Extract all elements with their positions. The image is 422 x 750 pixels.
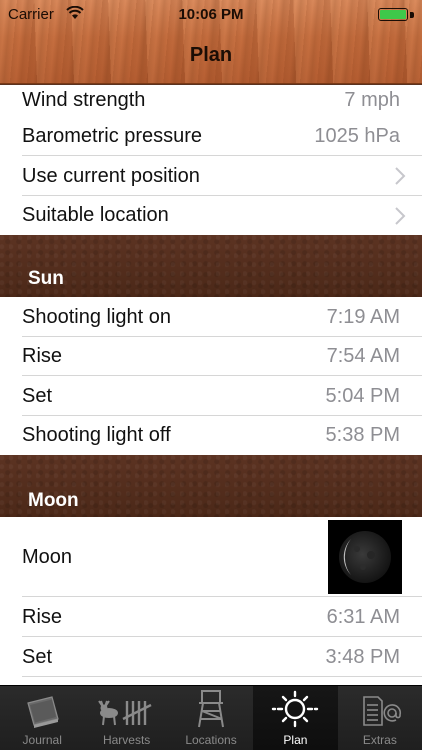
section-title: Moon: [28, 490, 79, 511]
sun-rise-row[interactable]: Rise 7:54 AM: [0, 337, 422, 376]
moon-rise-row[interactable]: Rise 6:31 AM: [0, 597, 422, 637]
row-label: Set: [22, 384, 53, 407]
row-label: Rise: [22, 605, 63, 628]
tab-journal[interactable]: Journal: [0, 686, 84, 750]
harvests-icon: [97, 700, 152, 726]
shooting-light-off-row[interactable]: Shooting light off 5:38 PM: [0, 416, 422, 455]
page-title: Plan: [189, 44, 233, 66]
row-value: 5:38 PM: [325, 424, 400, 446]
row-label: Moon: [22, 545, 73, 568]
suitable-location-row[interactable]: Suitable location: [0, 196, 422, 235]
tab-label: Extras: [362, 733, 397, 747]
row-value: 7:19 AM: [326, 305, 400, 328]
barometric-pressure-row[interactable]: Barometric pressure 1025 hPa: [0, 116, 422, 156]
row-value: 7 mph: [344, 88, 400, 111]
row-label: Shooting light on: [22, 305, 172, 328]
row-label: Suitable location: [22, 204, 169, 226]
moon-phase-image: [328, 520, 402, 594]
tab-extras[interactable]: Extras: [338, 686, 422, 750]
row-label: Shooting light off: [22, 424, 171, 446]
tab-locations[interactable]: Locations: [169, 686, 253, 750]
section-title: Sun: [28, 268, 64, 289]
row-label: Wind strength: [22, 88, 146, 111]
tab-harvests[interactable]: Harvests: [84, 686, 168, 750]
next-row-partial[interactable]: [0, 677, 422, 685]
sun-section-header: Sun: [0, 235, 422, 297]
shooting-light-on-row[interactable]: Shooting light on 7:19 AM: [0, 297, 422, 337]
use-current-position-row[interactable]: Use current position: [0, 156, 422, 196]
status-bar: Carrier 10:06 PM: [0, 0, 422, 30]
row-value: 6:31 AM: [326, 605, 400, 628]
moon-phase-row[interactable]: Moon: [0, 517, 422, 597]
plan-content[interactable]: Wind strength 7 mph Barometric pressure …: [0, 85, 422, 685]
chevron-right-icon: [395, 206, 406, 225]
tab-bar: Journal Harvests Locations Plan Extras: [0, 685, 422, 750]
tab-label: Journal: [22, 733, 62, 747]
row-value: 1025 hPa: [314, 124, 400, 147]
tab-label: Plan: [283, 733, 308, 747]
row-value: 3:48 PM: [325, 645, 400, 668]
moon-phase-icon: [339, 531, 391, 583]
row-label: Use current position: [22, 164, 200, 187]
tower-icon: [198, 690, 225, 728]
moon-section-header: Moon: [0, 455, 422, 517]
row-value: 7:54 AM: [326, 345, 400, 367]
sun-set-row[interactable]: Set 5:04 PM: [0, 376, 422, 416]
row-label: Set: [22, 645, 53, 668]
row-value: 5:04 PM: [325, 384, 400, 407]
status-time: 10:06 PM: [178, 6, 244, 23]
battery-tip: [410, 12, 414, 18]
battery-icon: [378, 8, 408, 21]
tab-label: Harvests: [102, 733, 151, 747]
row-label: Barometric pressure: [22, 124, 203, 147]
wood-header: Carrier 10:06 PM Plan: [0, 0, 422, 84]
tab-plan[interactable]: Plan: [253, 686, 338, 750]
moon-set-row[interactable]: Set 3:48 PM: [0, 637, 422, 677]
chevron-right-icon: [395, 167, 406, 185]
tab-label: Locations: [185, 733, 237, 747]
extras-icon: [363, 696, 401, 726]
row-label: Rise: [22, 345, 63, 367]
sun-icon: [272, 690, 319, 728]
journal-icon: [27, 696, 59, 728]
